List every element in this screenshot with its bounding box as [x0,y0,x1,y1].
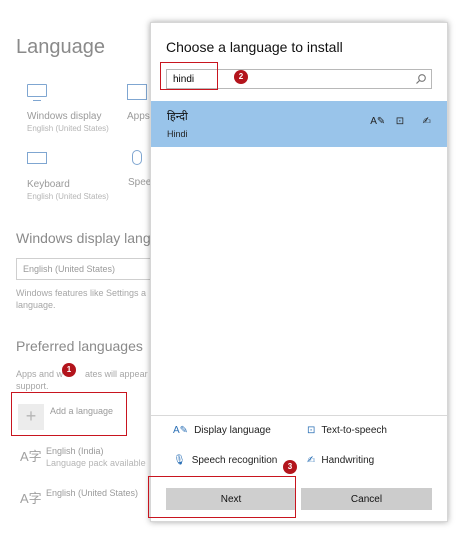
monitor-icon [27,84,49,102]
annotation-box-step2 [160,62,218,90]
display-language-icon: A✎ [173,425,189,436]
tile-windows-display[interactable]: Windows display English (United States) [27,84,137,134]
feature-label: Text-to-speech [321,425,387,436]
tile-label: Windows display [27,111,102,122]
display-language-select[interactable]: English (United States) [16,258,156,280]
display-language-note: Windows features like Settings a [16,288,147,298]
feature-text-to-speech: ⊡ Text-to-speech [307,425,387,436]
language-english-name: Hindi [167,129,188,139]
keyboard-icon [27,152,49,170]
preferred-languages-heading: Preferred languages [16,338,143,354]
annotation-badge-step1: 1 [62,363,76,377]
annotation-box-step3 [148,476,296,518]
feature-label: Display language [194,425,271,436]
tile-sublabel: English (United States) [27,192,109,201]
tile-apps[interactable]: Apps [127,84,151,123]
language-item-english-india[interactable]: A字 English (India) Language pack availab… [16,444,156,476]
feature-speech-recognition: 🎙 Speech recognition [173,455,277,466]
microphone-icon: 🎙 [173,455,186,466]
preferred-note-prefix: Apps and w [16,369,64,379]
microphone-icon [128,150,150,168]
handwriting-icon: ✍ [307,455,316,466]
annotation-badge-step2: 2 [234,70,248,84]
annotation-box-step1 [11,392,127,436]
divider [151,415,447,416]
feature-handwriting: ✍ Handwriting [307,455,374,466]
tile-label: Apps [127,111,150,122]
text-to-speech-icon: ⊡ [307,425,316,436]
language-result-hindi[interactable]: हिन्दी Hindi A✎ ⊡ ✍ [151,101,447,147]
tile-keyboard[interactable]: Keyboard English (United States) [27,152,137,202]
language-name: English (India) [46,446,104,456]
feature-display-language: A✎ Display language [173,425,271,436]
preferred-note-suffix: ates will appear in [85,369,150,379]
preferred-note-2: support. [16,381,49,391]
tile-speech[interactable]: Speech [128,150,151,189]
tile-label: Keyboard [27,179,70,190]
text-to-speech-icon: ⊡ [395,116,405,127]
tile-sublabel: English (United States) [27,124,109,133]
dialog-title: Choose a language to install [166,39,343,55]
apps-icon [127,84,149,102]
display-language-heading: Windows display langu [16,230,150,246]
page-title: Language [16,36,105,58]
cancel-button[interactable]: Cancel [301,488,432,510]
language-glyph-icon: A字 [20,449,42,464]
handwriting-icon: ✍ [422,116,431,127]
language-item-english-us[interactable]: A字 English (United States) [16,486,156,518]
result-feature-icons: A✎ ⊡ ✍ [364,111,431,129]
language-name: English (United States) [46,488,139,498]
tile-label: Speech [128,177,151,188]
search-icon[interactable] [415,73,427,85]
display-language-icon: A✎ [370,116,386,127]
choose-language-dialog: Choose a language to install हिन्दी Hind… [150,22,448,522]
display-language-note-2: language. [16,300,56,310]
language-status: Language pack available [46,458,146,468]
feature-label: Speech recognition [191,455,278,466]
annotation-badge-step3: 3 [283,460,297,474]
language-native-name: हिन्दी [167,111,188,123]
feature-label: Handwriting [321,455,375,466]
language-glyph-icon: A字 [20,491,42,506]
preferred-note: Apps and w ates will appear in [16,368,150,380]
